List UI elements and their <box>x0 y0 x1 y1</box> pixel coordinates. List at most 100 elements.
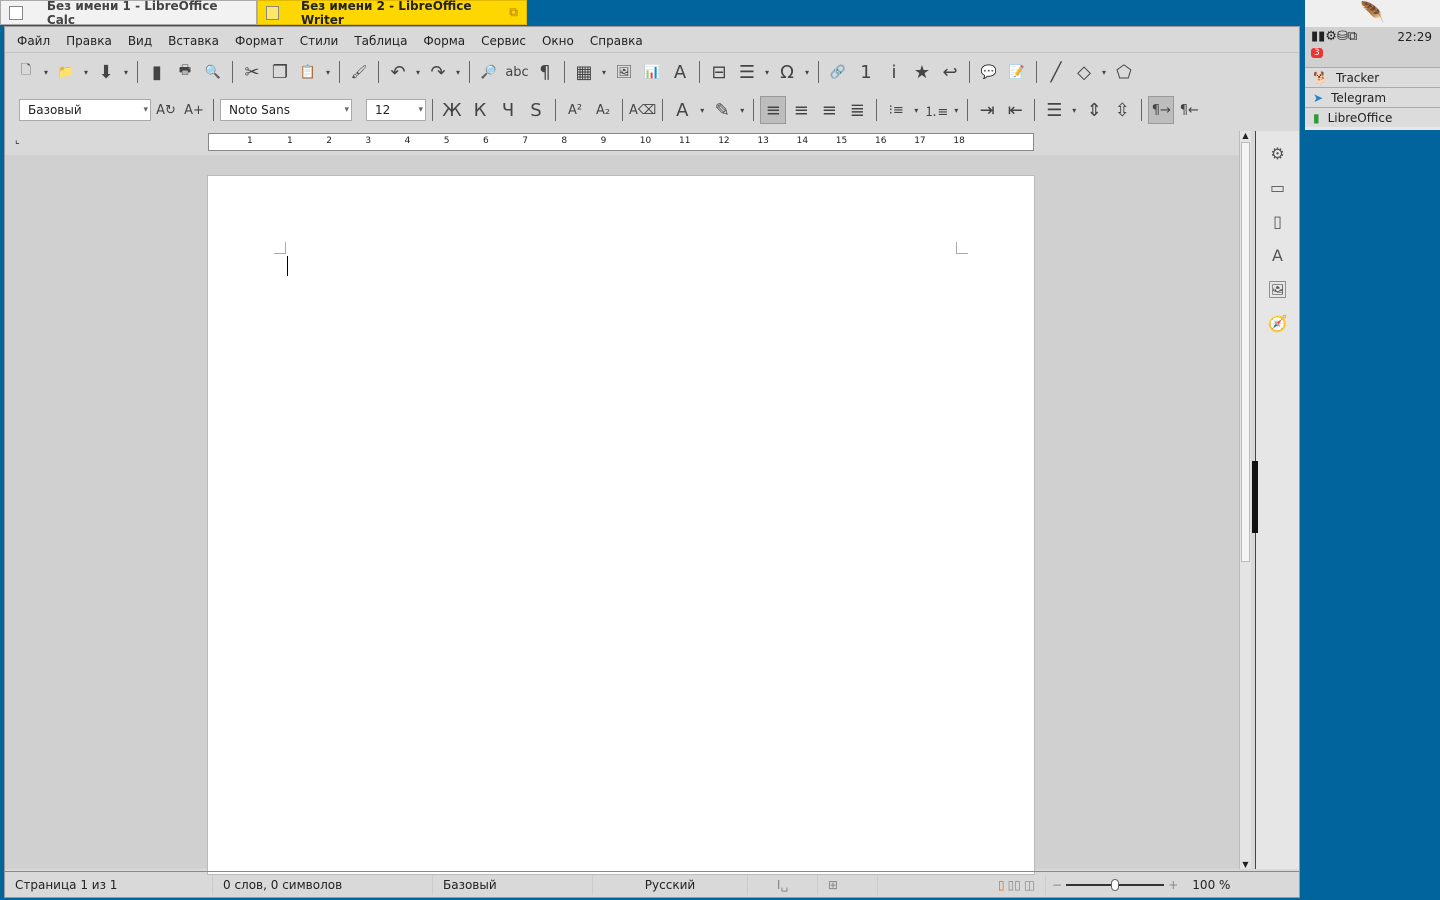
insert-hyperlink-button[interactable]: 🔗 <box>825 58 851 86</box>
font-size-select[interactable]: 12 <box>366 99 426 121</box>
notification-badge[interactable]: 3 <box>1311 48 1323 58</box>
clock[interactable]: 22:29 <box>1397 30 1432 44</box>
insert-image-button[interactable]: 🖼 <box>611 58 637 86</box>
insert-page-break-button[interactable]: ⊟ <box>706 58 732 86</box>
word-count[interactable]: 0 слов, 0 символов <box>213 874 433 895</box>
paragraph-style-select[interactable]: Базовый <box>19 99 151 121</box>
insert-endnote-button[interactable]: i <box>881 58 907 86</box>
insert-line-button[interactable]: ╱ <box>1043 58 1069 86</box>
sidebar-navigator-button[interactable]: 🧭 <box>1266 311 1290 335</box>
cut-button[interactable]: ✂ <box>239 58 265 86</box>
app-telegram[interactable]: ➤ Telegram <box>1305 87 1440 107</box>
menu-item[interactable]: Правка <box>58 34 120 48</box>
decrease-paragraph-spacing-button[interactable]: ⇳ <box>1109 96 1135 124</box>
insert-special-char-button[interactable]: Ω <box>774 58 800 86</box>
insert-mode-icon[interactable]: I␣ <box>748 874 818 895</box>
sidebar-page-button[interactable]: ▯ <box>1266 209 1290 233</box>
open-dropdown[interactable]: ▾ <box>81 58 91 86</box>
subscript-button[interactable]: A₂ <box>590 96 616 124</box>
clear-formatting-button[interactable]: A⌫ <box>629 96 656 124</box>
menu-item[interactable]: Справка <box>582 34 651 48</box>
ordered-dropdown[interactable]: ▾ <box>951 96 961 124</box>
zoom-level[interactable]: 100 % <box>1184 878 1230 892</box>
book-view-icon[interactable]: ◫ <box>1024 878 1035 892</box>
redo-button[interactable]: ↷ <box>425 58 451 86</box>
superscript-button[interactable]: A² <box>562 96 588 124</box>
italic-button[interactable]: К <box>467 96 493 124</box>
zoom-in-icon[interactable]: + <box>1168 878 1178 892</box>
scroll-down-icon[interactable]: ▼ <box>1240 860 1251 869</box>
task-writer[interactable]: Без имени 2 - LibreOffice Writer ⧉ <box>257 0 527 27</box>
highlighting-button[interactable]: ✎ <box>709 96 735 124</box>
app-libreoffice[interactable]: ▮ LibreOffice <box>1305 107 1440 127</box>
new-document-button[interactable]: 🗋 <box>13 58 39 86</box>
multi-page-icon[interactable]: ▯▯ <box>1008 878 1021 892</box>
menu-item[interactable]: Окно <box>534 34 582 48</box>
zoom-slider[interactable]: − + <box>1046 878 1184 892</box>
find-replace-button[interactable]: 🔎 <box>476 58 502 86</box>
insert-cross-reference-button[interactable]: ↩ <box>937 58 963 86</box>
font-color-dropdown[interactable]: ▾ <box>697 96 707 124</box>
strikethrough-button[interactable]: S <box>523 96 549 124</box>
horizontal-ruler[interactable]: 1 1 2 3 4 5 6 7 8 9 10 11 12 13 14 15 16 17 18 <box>208 133 1034 151</box>
table-dropdown[interactable]: ▾ <box>599 58 609 86</box>
menu-item[interactable]: Стили <box>292 34 347 48</box>
digital-signature-icon[interactable]: ⊞ <box>818 874 878 895</box>
save-button[interactable]: ⬇ <box>93 58 119 86</box>
menu-item[interactable]: Таблица <box>346 34 415 48</box>
track-changes-button[interactable]: 📝 <box>1004 58 1030 86</box>
zoom-out-icon[interactable]: − <box>1052 878 1062 892</box>
increase-indent-button[interactable]: ⇥ <box>974 96 1000 124</box>
view-layout[interactable]: ▯ ▯▯ ◫ <box>988 874 1047 895</box>
menu-item[interactable]: Сервис <box>473 34 534 48</box>
new-dropdown[interactable]: ▾ <box>41 58 51 86</box>
copy-button[interactable]: ❐ <box>267 58 293 86</box>
undo-button[interactable]: ↶ <box>385 58 411 86</box>
spacing-dropdown[interactable]: ▾ <box>1069 96 1079 124</box>
single-page-icon[interactable]: ▯ <box>998 878 1005 892</box>
draw-functions-button[interactable]: ⬠ <box>1111 58 1137 86</box>
clone-formatting-button[interactable]: 🖌 <box>346 58 372 86</box>
document-page[interactable] <box>207 175 1035 875</box>
decrease-indent-button[interactable]: ⇤ <box>1002 96 1028 124</box>
highlight-dropdown[interactable]: ▾ <box>737 96 747 124</box>
font-color-button[interactable]: A <box>669 96 695 124</box>
font-name-select[interactable]: Noto Sans <box>220 99 352 121</box>
export-pdf-button[interactable]: ▮ <box>144 58 170 86</box>
app-tracker[interactable]: 🐕 Tracker <box>1305 67 1440 87</box>
justify-button[interactable]: ≣ <box>844 96 870 124</box>
scroll-thumb[interactable] <box>1241 142 1250 562</box>
menu-item[interactable]: Вставка <box>160 34 227 48</box>
print-preview-button[interactable]: 🔍 <box>200 58 226 86</box>
insert-textbox-button[interactable]: A <box>667 58 693 86</box>
basic-shapes-button[interactable]: ◇ <box>1071 58 1097 86</box>
align-center-button[interactable]: ≡ <box>788 96 814 124</box>
special-char-dropdown[interactable]: ▾ <box>802 58 812 86</box>
shapes-dropdown[interactable]: ▾ <box>1099 58 1109 86</box>
save-dropdown[interactable]: ▾ <box>121 58 131 86</box>
zoom-thumb[interactable] <box>1111 878 1120 891</box>
sidebar-styles-button[interactable]: ▭ <box>1266 175 1290 199</box>
undo-dropdown[interactable]: ▾ <box>413 58 423 86</box>
underline-button[interactable]: Ч <box>495 96 521 124</box>
new-style-button[interactable]: A+ <box>181 96 207 124</box>
sidebar-gallery-button[interactable]: 🖼 <box>1266 277 1290 301</box>
insert-bookmark-button[interactable]: ★ <box>909 58 935 86</box>
open-button[interactable]: 📁 <box>53 58 79 86</box>
tray-icons[interactable]: ▮▮⚙⛁⧉ <box>1311 29 1357 44</box>
paste-dropdown[interactable]: ▾ <box>323 58 333 86</box>
menu-item[interactable]: Файл <box>9 34 58 48</box>
align-right-button[interactable]: ≡ <box>816 96 842 124</box>
formatting-marks-button[interactable]: ¶ <box>532 58 558 86</box>
insert-table-button[interactable]: ▦ <box>571 58 597 86</box>
feather-logo-icon[interactable]: 🪶 <box>1305 0 1440 27</box>
increase-paragraph-spacing-button[interactable]: ⇕ <box>1081 96 1107 124</box>
redo-dropdown[interactable]: ▾ <box>453 58 463 86</box>
right-to-left-button[interactable]: ¶← <box>1176 96 1202 124</box>
scroll-up-icon[interactable]: ▲ <box>1240 131 1251 140</box>
menu-item[interactable]: Вид <box>120 34 160 48</box>
menu-item[interactable]: Форма <box>415 34 473 48</box>
language[interactable]: Русский <box>593 874 748 895</box>
print-button[interactable]: 🖶 <box>172 58 198 86</box>
insert-field-button[interactable]: ☰ <box>734 58 760 86</box>
